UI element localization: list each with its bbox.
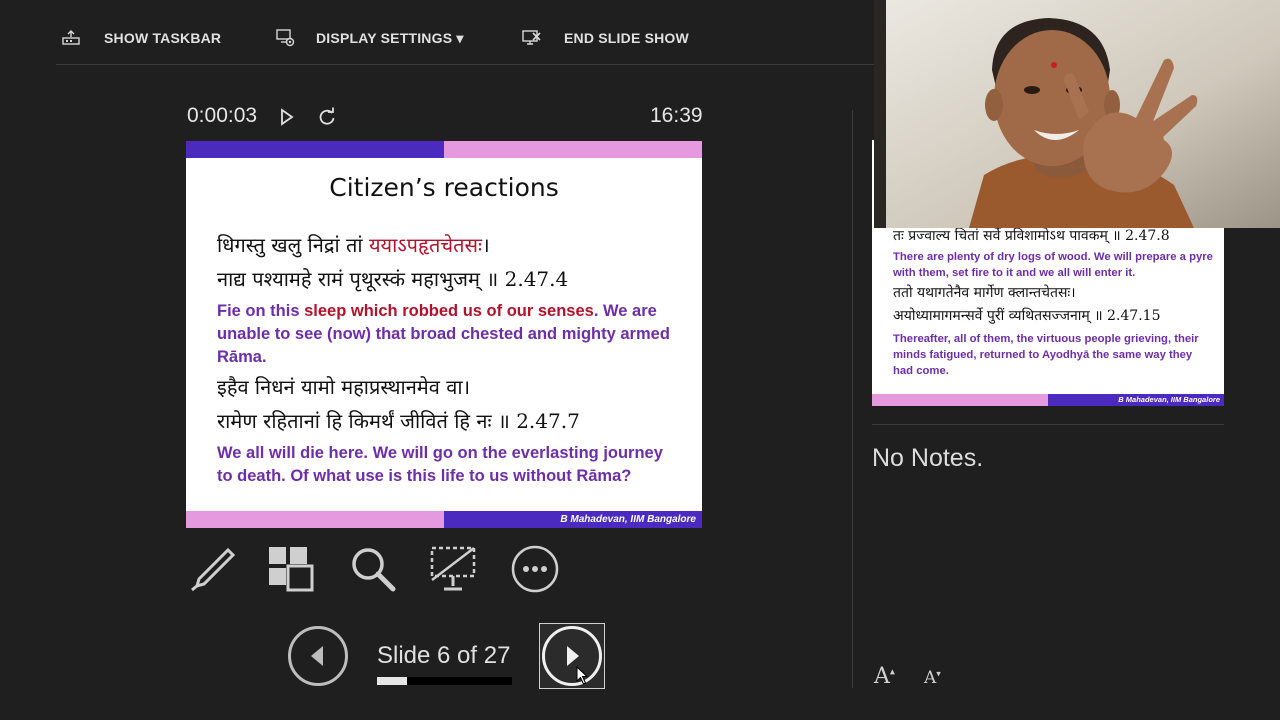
pen-icon: [191, 547, 236, 592]
magnifier-icon: [352, 548, 396, 592]
monitor-slash-icon: [430, 546, 476, 591]
verse-2-line-2: रामेण रहितानां हि किमर्थं जीवितं हि नः ॥…: [217, 409, 580, 433]
display-settings-label: DISPLAY SETTINGS ▾: [316, 29, 464, 46]
clock: 16:39: [650, 104, 703, 127]
decrease-font-label: A: [924, 668, 937, 688]
pen-tool-button[interactable]: [188, 544, 238, 594]
pane-divider[interactable]: [852, 110, 853, 688]
presenter-video-image: [874, 0, 1280, 228]
slide-counter: Slide 6 of 27: [377, 642, 511, 669]
next-verse-line-1: ततो यथागतेनैव मार्गेण क्लान्तचेतसः।: [893, 285, 1076, 301]
slide-bottom-bar-left: [186, 511, 444, 528]
next-translation-2: Thereafter, all of them, the virtuous pe…: [893, 333, 1199, 377]
increase-font-button[interactable]: A▴: [874, 664, 895, 689]
more-options-button[interactable]: [510, 544, 560, 594]
verse-1-line-1-start: धिगस्तु खलु निद्रां तां: [217, 233, 369, 257]
zoom-button[interactable]: [348, 544, 398, 594]
current-slide[interactable]: Citizen’s reactions धिगस्तु खलु निद्रां …: [186, 141, 702, 528]
slide-title: Citizen’s reactions: [329, 173, 559, 202]
verse-1-highlight: ययाऽपहृतचेतसः: [368, 233, 483, 257]
next-verse-line-2: अयोध्यामागमन्सर्वे पुरीं व्यथितसज्जनाम् …: [893, 308, 1161, 324]
translation-1: Fie on this sleep which robbed us of our…: [217, 300, 677, 369]
end-show-icon: [522, 30, 541, 45]
next-slide-bottom-bar-left: [872, 394, 1048, 406]
chevron-left-icon: [311, 646, 323, 666]
chevron-right-icon: [567, 646, 579, 666]
verse-1-line-1-end: ।: [482, 233, 490, 257]
elapsed-timer: 0:00:03: [187, 104, 258, 127]
slides-grid-icon: [269, 547, 314, 592]
display-settings-button[interactable]: DISPLAY SETTINGS ▾: [276, 26, 464, 50]
speaker-notes[interactable]: No Notes.: [872, 444, 983, 473]
taskbar-icon: [62, 30, 80, 45]
end-slide-show-button[interactable]: END SLIDE SHOW: [522, 26, 689, 50]
translation-1-start: Fie on this: [217, 302, 305, 320]
translation-1-highlight: sleep which robbed us of our senses: [304, 302, 594, 320]
slide-progress-fill: [377, 677, 407, 685]
increase-font-arrow-icon: ▴: [889, 666, 895, 678]
slide-progress-bar: [377, 677, 512, 685]
decrease-font-button[interactable]: A▾: [924, 668, 941, 688]
slide-top-bar-right: [444, 141, 702, 158]
verse-1-line-2: नाद्य पश्यामहे रामं पृथूरस्कं महाभुजम् ॥…: [217, 267, 569, 291]
increase-font-label: A: [874, 664, 890, 689]
show-taskbar-button[interactable]: SHOW TASKBAR: [62, 26, 221, 50]
next-translation-1: There are plenty of dry logs of wood. We…: [893, 251, 1213, 279]
next-slide-footer: B Mahadevan, IIM Bangalore: [1048, 394, 1224, 406]
toolbar-divider: [56, 64, 874, 65]
see-all-slides-button[interactable]: [266, 544, 316, 594]
notes-divider: [872, 424, 1224, 425]
play-icon: [281, 108, 294, 126]
black-screen-button[interactable]: [428, 544, 478, 594]
timer-play-button[interactable]: [280, 108, 294, 130]
mouse-cursor-icon: [576, 666, 589, 685]
timer-reset-button[interactable]: [318, 107, 336, 131]
next-slide-button[interactable]: [542, 626, 602, 686]
slide-top-bar-left: [186, 141, 444, 158]
display-settings-icon: [276, 29, 295, 47]
next-slide-button-frame[interactable]: [539, 623, 605, 689]
decrease-font-arrow-icon: ▾: [936, 669, 941, 680]
next-verse-line-0: तः प्रज्वाल्य चितां सर्वे प्रविशामोऽथ पा…: [893, 228, 1170, 244]
show-taskbar-label: SHOW TASKBAR: [104, 30, 222, 46]
verse-1-line-1: धिगस्तु खलु निद्रां तां ययाऽपहृतचेतसः।: [217, 231, 490, 258]
slide-footer: B Mahadevan, IIM Bangalore: [444, 511, 702, 528]
translation-2: We all will die here. We will go on the …: [217, 444, 663, 485]
reset-icon: [319, 107, 335, 125]
verse-2-line-1: इहैव निधनं यामो महाप्रस्थानमेव वा।: [217, 375, 471, 399]
webcam-video: [874, 0, 1280, 228]
more-icon: [511, 545, 559, 593]
previous-slide-button[interactable]: [288, 626, 348, 686]
end-slide-show-label: END SLIDE SHOW: [564, 30, 689, 46]
